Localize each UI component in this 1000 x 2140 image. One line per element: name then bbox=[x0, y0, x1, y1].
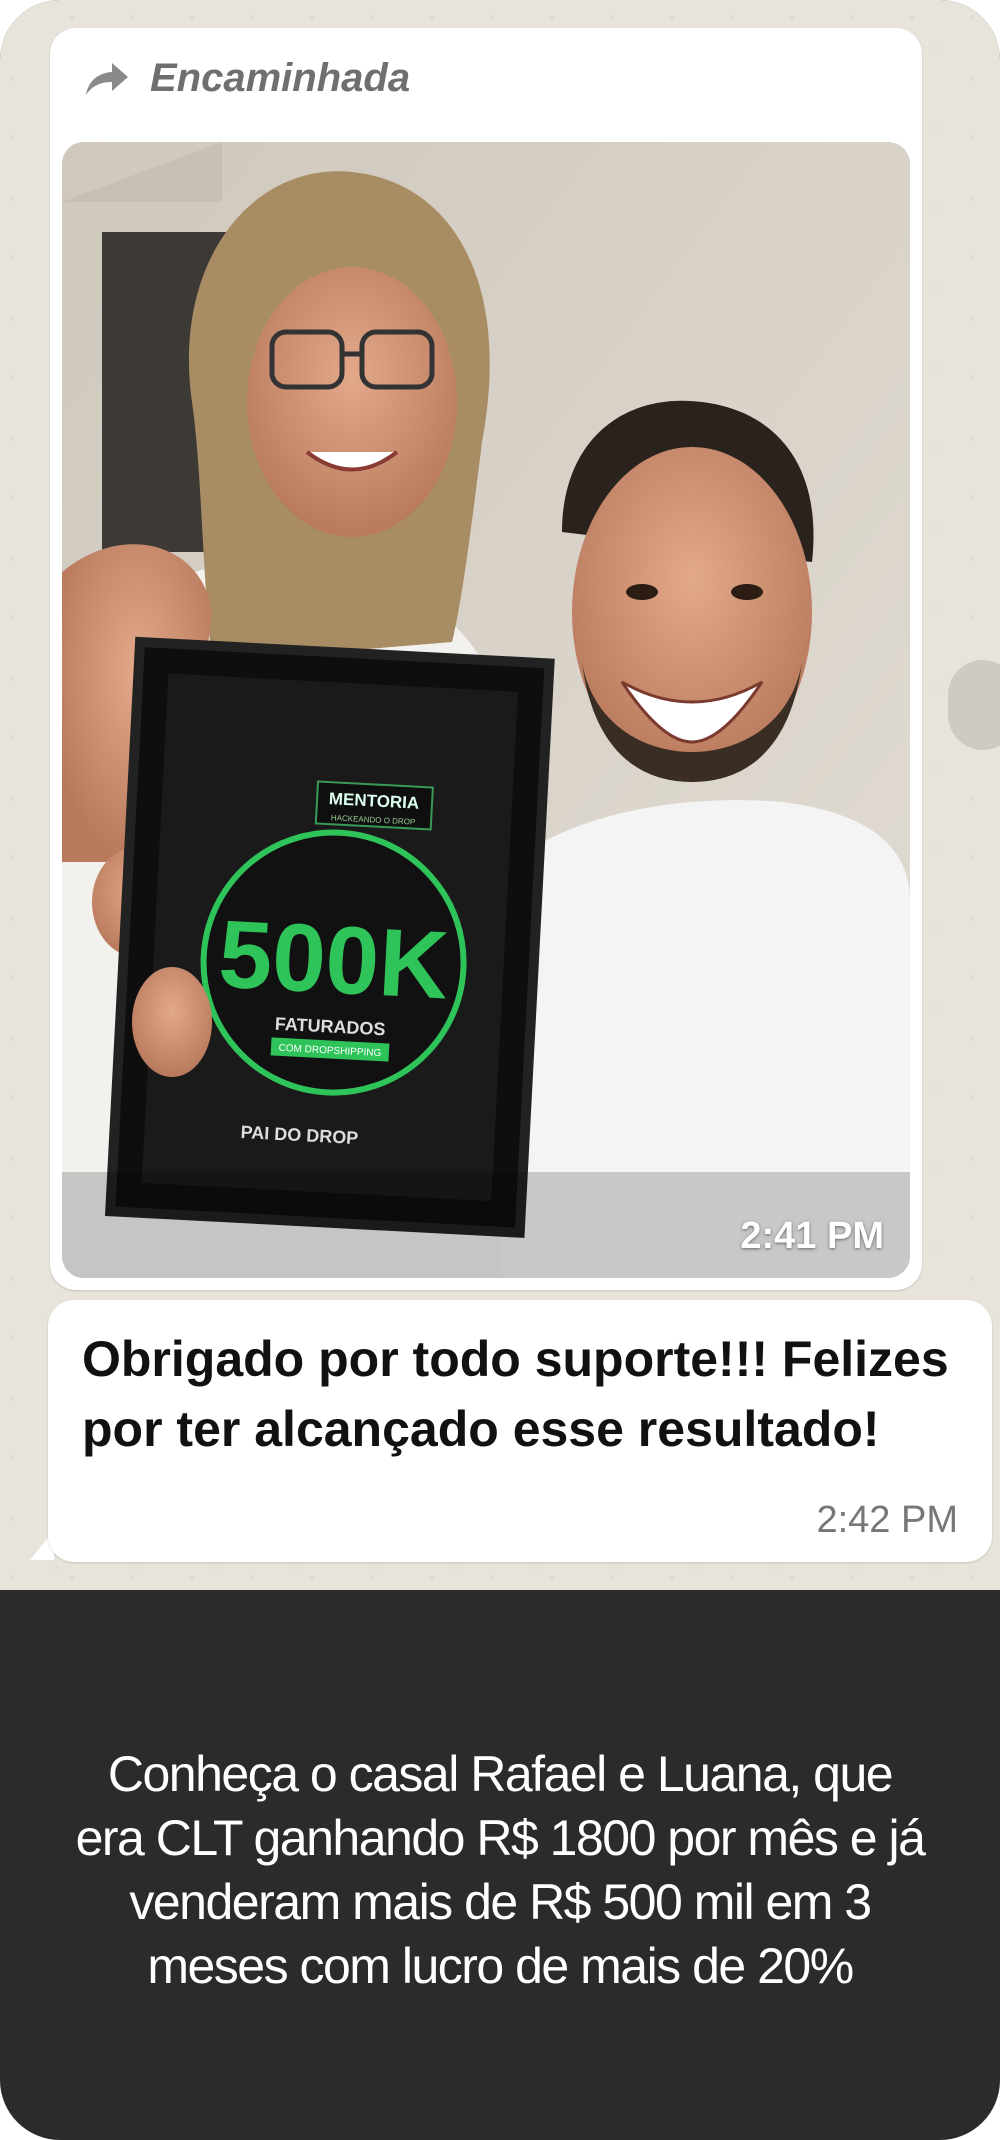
message-photo[interactable]: MENTORIA HACKEANDO O DROP 500K FATURADOS… bbox=[62, 142, 910, 1278]
message-timestamp: 2:42 PM bbox=[816, 1499, 958, 1541]
caption-panel: Conheça o casal Rafael e Luana, que era … bbox=[0, 1600, 1000, 2140]
photo-message-bubble[interactable]: Encaminhada MENTORIA HACKEANDO O DROP 50… bbox=[50, 28, 922, 1290]
testimonial-card: Encaminhada MENTORIA HACKEANDO O DROP 50… bbox=[0, 0, 1000, 2140]
message-text: Obrigado por todo suporte!!! Felizes por… bbox=[82, 1331, 949, 1457]
forward-arrow-icon bbox=[86, 62, 128, 95]
caption-text: Conheça o casal Rafael e Luana, que era … bbox=[75, 1746, 926, 1994]
photo-illustration: MENTORIA HACKEANDO O DROP 500K FATURADOS… bbox=[62, 142, 910, 1278]
photo-timestamp: 2:41 PM bbox=[740, 1215, 884, 1257]
plaque-amount: 500K bbox=[216, 901, 451, 1020]
chat-background: Encaminhada MENTORIA HACKEANDO O DROP 50… bbox=[0, 0, 1000, 1590]
forwarded-indicator: Encaminhada bbox=[84, 56, 410, 101]
scroll-button[interactable] bbox=[948, 660, 1000, 750]
text-message-bubble[interactable]: Obrigado por todo suporte!!! Felizes por… bbox=[48, 1300, 992, 1562]
forwarded-label: Encaminhada bbox=[150, 56, 411, 100]
